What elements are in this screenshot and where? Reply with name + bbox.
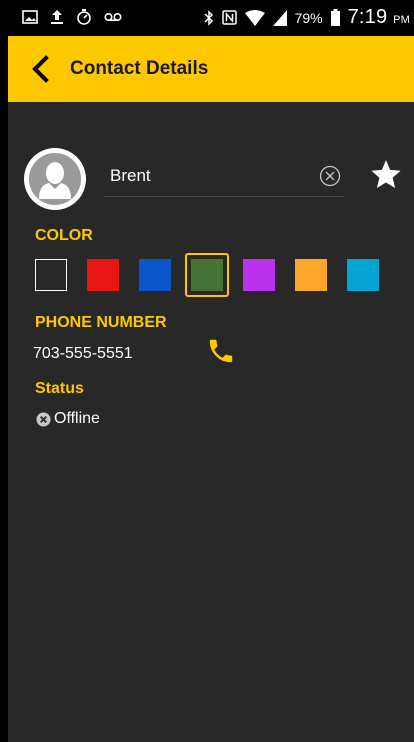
phone-number-label: PHONE NUMBER xyxy=(35,314,167,331)
bluetooth-icon xyxy=(204,9,213,26)
clear-circle-icon xyxy=(319,165,341,187)
back-button[interactable] xyxy=(18,47,62,91)
avatar-placeholder xyxy=(29,153,81,205)
chevron-left-icon xyxy=(32,55,49,83)
color-swatch[interactable] xyxy=(347,259,379,291)
color-swatch[interactable] xyxy=(295,259,327,291)
status-bar-left xyxy=(22,8,122,25)
phone-icon xyxy=(209,339,233,363)
person-icon xyxy=(39,162,71,199)
call-button[interactable] xyxy=(206,336,238,368)
signal-icon xyxy=(272,9,287,26)
wifi-icon xyxy=(244,9,265,26)
image-icon xyxy=(22,9,38,24)
status-text: Offline xyxy=(54,410,100,427)
status-bar-right: 79% 7:19 PM xyxy=(204,6,410,29)
upload-icon xyxy=(51,9,63,24)
battery-percent: 79% xyxy=(294,9,323,26)
favorite-button[interactable] xyxy=(369,158,403,192)
star-icon xyxy=(371,160,401,189)
selected-color-indicator xyxy=(185,253,229,297)
color-label: COLOR xyxy=(35,227,93,244)
battery-icon xyxy=(330,9,340,26)
screen: 79% 7:19 PM Contact Details Brent COLOR … xyxy=(8,0,414,742)
color-swatch[interactable] xyxy=(35,259,67,291)
color-swatch[interactable] xyxy=(87,259,119,291)
name-field[interactable]: Brent xyxy=(104,158,344,197)
app-header: Contact Details xyxy=(8,36,414,102)
offline-icon xyxy=(36,411,51,427)
color-swatch[interactable] xyxy=(139,259,171,291)
status-bar: 79% 7:19 PM xyxy=(8,0,414,36)
name-input-value: Brent xyxy=(110,166,151,185)
clock: 7:19 PM xyxy=(348,6,410,29)
clock-time: 7:19 xyxy=(347,6,388,28)
avatar[interactable] xyxy=(24,148,86,210)
phone-number-value: 703-555-5551 xyxy=(33,345,133,362)
status-label: Status xyxy=(35,380,84,397)
page-title: Contact Details xyxy=(70,58,209,79)
voicemail-icon xyxy=(104,12,122,21)
stopwatch-icon xyxy=(77,9,91,25)
status-value: Offline xyxy=(36,410,100,428)
color-swatch[interactable] xyxy=(243,259,275,291)
clear-name-button[interactable] xyxy=(318,164,342,188)
clock-ampm: PM xyxy=(393,14,410,26)
nfc-icon xyxy=(221,10,237,25)
